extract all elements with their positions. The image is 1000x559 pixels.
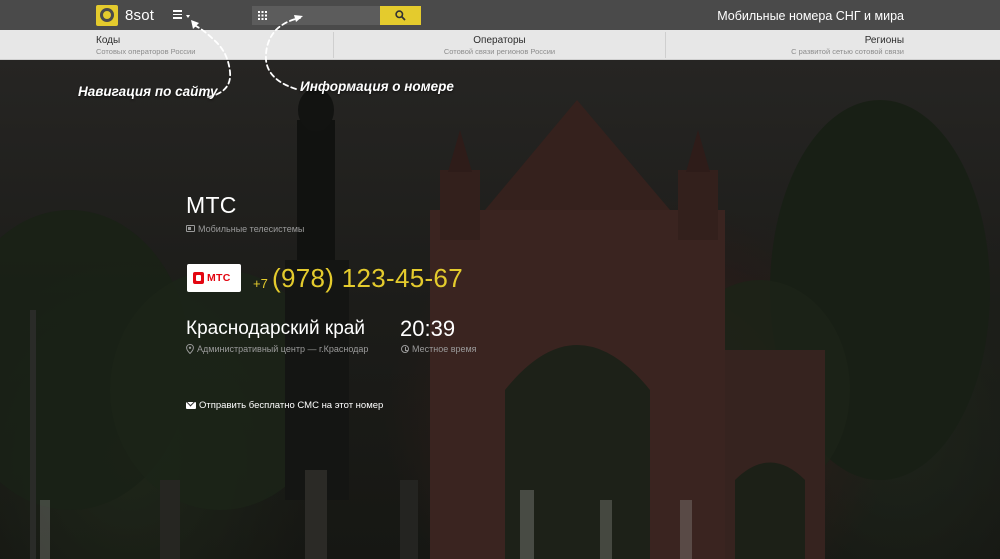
local-time-label: Местное время [412, 344, 477, 354]
id-card-icon [186, 225, 195, 232]
hint-number-info: Информация о номере [300, 79, 454, 94]
operator-name: МТС [186, 192, 237, 218]
region-center: Административный центр — г.Краснодар [197, 344, 369, 354]
phone-number: (978) 123-45-67 [272, 263, 463, 293]
mts-egg-icon [193, 272, 204, 284]
operator-logo-text: МТС [207, 272, 231, 284]
background-photo [0, 60, 1000, 559]
envelope-icon [186, 402, 196, 409]
hint-arrows [191, 15, 303, 98]
send-sms-label: Отправить бесплатно СМС на этот номер [199, 400, 384, 411]
location-pin-icon [186, 344, 194, 354]
operator-logo[interactable]: МТС [187, 264, 241, 292]
operator-full-name: Мобильные телесистемы [198, 224, 305, 234]
region-name[interactable]: Краснодарский край [186, 318, 365, 340]
clock-icon [401, 345, 409, 353]
hint-navigation: Навигация по сайту [78, 84, 218, 99]
local-time: 20:39 [400, 316, 456, 341]
phone-prefix: +7 [253, 276, 268, 291]
